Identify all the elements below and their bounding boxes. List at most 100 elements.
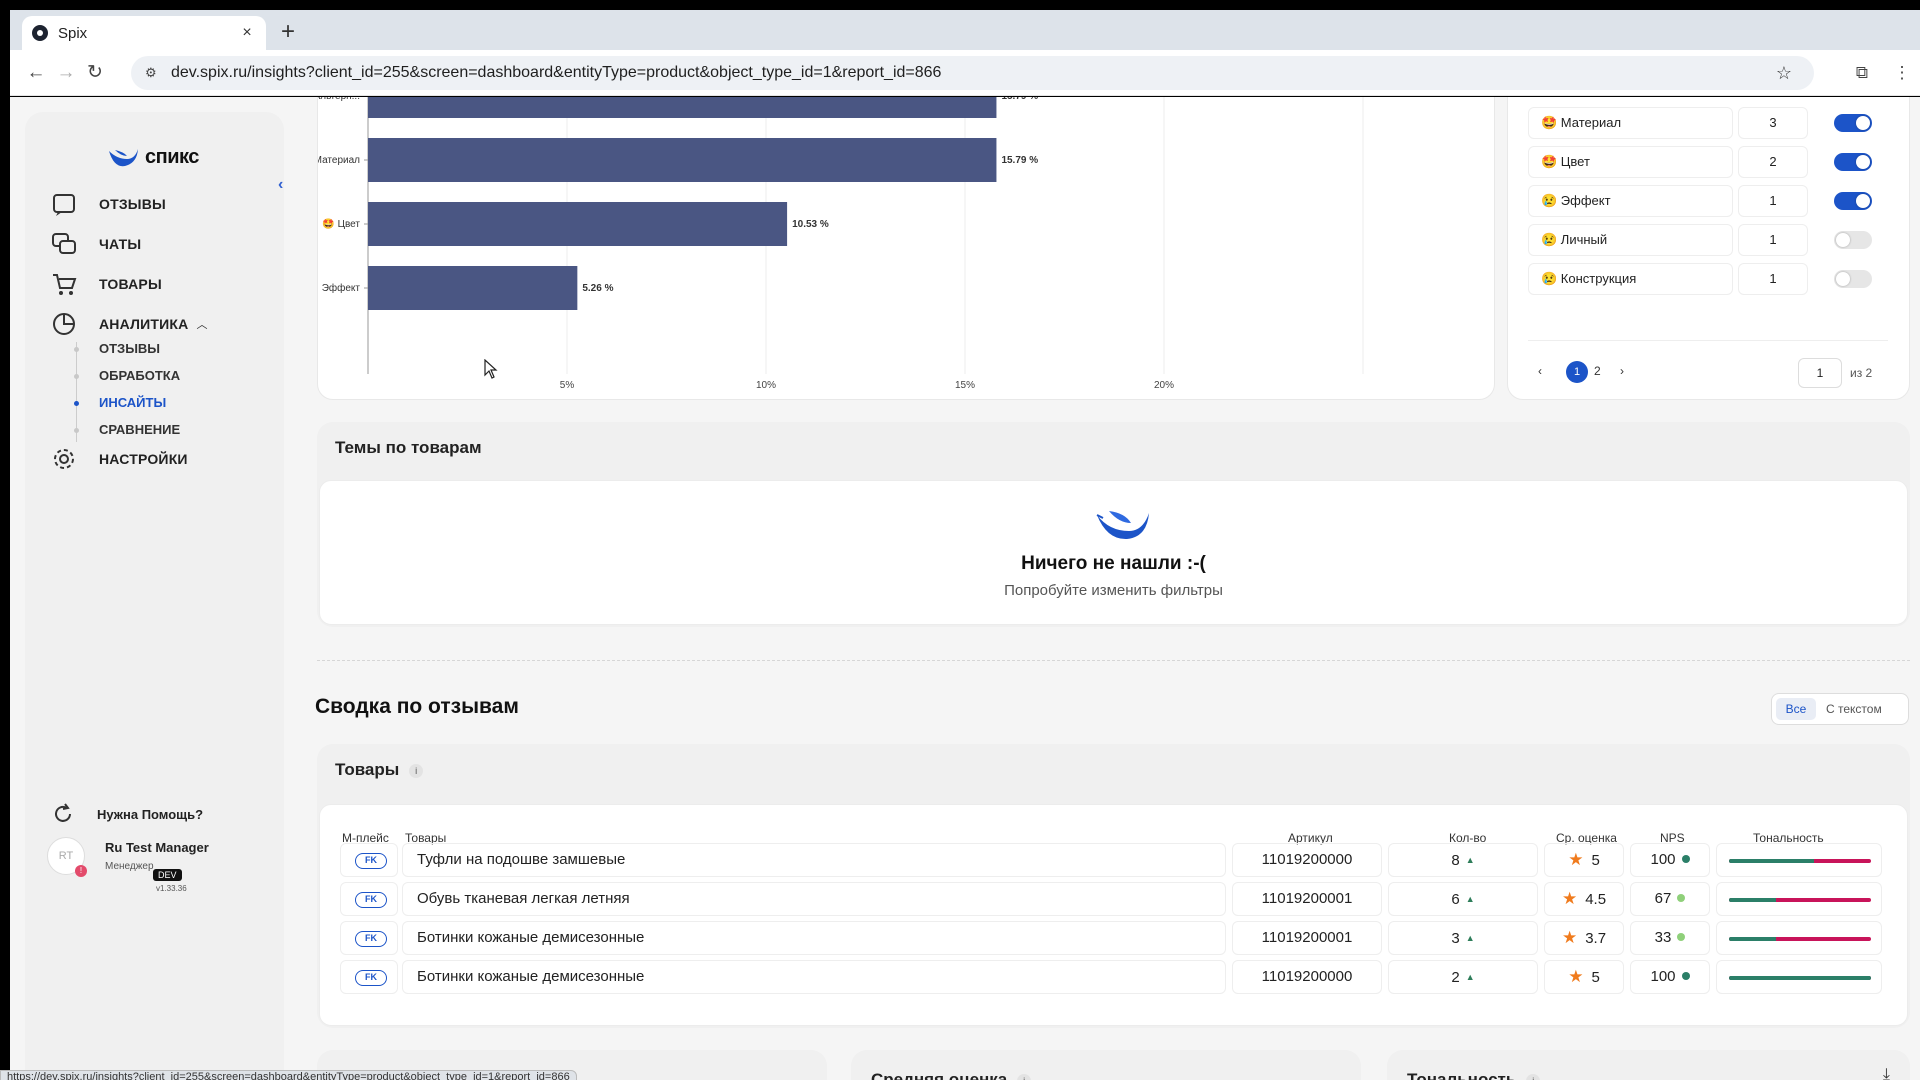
theme-count: 1 [1738,185,1808,217]
back-arrow-icon[interactable]: ← [24,61,48,85]
rating-value: 5 [1591,969,1600,986]
subnav-processing[interactable]: ОБРАБОТКА [99,368,180,383]
theme-toggle[interactable] [1834,231,1872,249]
marketplace-badge: FK [355,853,387,869]
browser-tab-bar: Spix × + [10,10,1920,50]
filter-all-button[interactable]: Все [1776,698,1816,720]
empty-state-title: Ничего не нашли :-( [1021,553,1206,574]
theme-toggle[interactable] [1834,114,1872,132]
alert-icon: ! [75,865,87,877]
count-cell: 3 ▲ [1388,921,1538,955]
theme-name: 🤩 Цвет [1528,146,1733,178]
info-icon[interactable]: i [1526,1073,1541,1080]
product-themes-card: Темы по товарам Ничего не нашли :-( Попр… [317,422,1910,627]
avg-rating-title-text: Средняя оценка [871,1070,1008,1080]
url-text[interactable]: dev.spix.ru/insights?client_id=255&scree… [171,64,1776,82]
nav-chats[interactable]: ЧАТЫ [51,231,141,257]
page-2-button[interactable]: 2 [1594,364,1601,378]
table-row[interactable]: FK Туфли на подошве замшевые 11019200000 8 ▲… [340,843,1895,877]
tab-search-icon[interactable]: ⧉ [1850,61,1874,85]
nps-value: 33 [1654,929,1672,946]
bookmark-star-icon[interactable]: ☆ [1776,63,1792,84]
nav-settings-label: НАСТРОЙКИ [99,451,188,467]
nav-reviews[interactable]: ОТЗЫВЫ [51,191,166,217]
theme-toggle[interactable] [1834,270,1872,288]
spix-logo[interactable]: спикс [107,146,199,169]
browser-menu-icon[interactable]: ⋮ [1890,61,1914,85]
next-page-chevron-icon[interactable]: › [1620,364,1624,378]
chart-bar[interactable] [368,97,997,118]
reload-icon[interactable]: ↻ [83,61,107,85]
subnav-comparison[interactable]: СРАВНЕНИЕ [99,422,180,437]
tab-close-icon[interactable]: × [238,24,256,42]
nav-analytics-label: АНАЛИТИКА [99,316,189,332]
nav-settings[interactable]: НАСТРОЙКИ [51,446,188,472]
chart-bar[interactable] [368,266,578,310]
chart-bar[interactable] [368,138,997,182]
table-row[interactable]: FK Обувь тканевая легкая летняя 1101920000… [340,882,1895,916]
table-row[interactable]: FK Ботинки кожаные демисезонные 1101920000… [340,960,1895,994]
products-table: М-плейс Товары Артикул Кол-во Ср. оценка… [319,804,1908,1026]
info-icon[interactable]: i [409,763,424,778]
filter-with-text-button[interactable]: С текстом [1826,702,1882,716]
new-tab-button[interactable]: + [274,19,302,47]
tonality-card: Тональность i ⤓ [1387,1050,1910,1080]
theme-row: 🤩 Цвет 2 [1528,146,1896,178]
forward-arrow-icon[interactable]: → [54,61,78,85]
site-settings-icon[interactable]: ⚙ [145,66,161,80]
page-number-input[interactable]: 1 [1798,358,1842,388]
rating-cell: ★ 5 [1544,960,1624,994]
star-icon: ★ [1568,850,1584,869]
empty-state: Ничего не нашли :-( Попробуйте изменить … [319,480,1908,625]
article-cell: 11019200001 [1232,921,1382,955]
browser-tab[interactable]: Spix × [22,16,266,50]
rating-value: 5 [1591,852,1600,869]
subnav-dot [74,428,79,433]
product-name-cell[interactable]: Обувь тканевая легкая летняя [402,882,1226,916]
product-themes-title: Темы по товарам [335,438,482,457]
theme-name: 😢 Конструкция [1528,263,1733,295]
tone-bar [1729,976,1871,980]
theme-name: 😢 Эффект [1528,185,1733,217]
theme-toggle[interactable] [1834,192,1872,210]
theme-count: 1 [1738,224,1808,256]
tonality-title-text: Тональность [1407,1070,1517,1080]
user-name: Ru Test Manager [105,840,209,855]
chart-bar[interactable] [368,202,788,246]
bar-value-label: 15.79 % [1001,97,1038,102]
info-icon[interactable]: i [1017,1073,1032,1080]
subnav-reviews[interactable]: ОТЗЫВЫ [99,341,160,356]
subnav-insights[interactable]: ИНСАЙТЫ [99,395,166,410]
nav-products[interactable]: ТОВАРЫ [51,271,162,297]
theme-name: 🤩 Материал [1528,107,1733,139]
marketplace-cell: FK [340,960,398,994]
user-profile[interactable]: RT ! Ru Test Manager Менеджер [47,837,209,877]
nav-reviews-label: ОТЗЫВЫ [99,196,166,212]
subnav-dot-active [74,401,79,406]
tone-cell [1716,882,1882,916]
help-link[interactable]: Нужна Помощь? [51,802,203,826]
page-1-button[interactable]: 1 [1566,361,1588,383]
nav-chats-label: ЧАТЫ [99,236,142,252]
avg-rating-card: Средняя оценка i [851,1050,1361,1080]
pagination: ‹ 1 2 › 1 из 2 [1528,358,1896,388]
collapse-sidebar-chevron-icon[interactable]: ‹ [278,176,283,194]
x-tick-label: 10% [756,380,776,391]
nps-cell: 33 [1630,921,1710,955]
tone-bar [1729,937,1871,941]
star-icon: ★ [1561,889,1578,908]
avatar[interactable]: RT ! [47,837,87,877]
tab-title: Spix [58,24,88,42]
product-name-cell[interactable]: Туфли на подошве замшевые [402,843,1226,877]
rating-value: 3.7 [1585,930,1607,947]
product-name-cell[interactable]: Ботинки кожаные демисезонные [402,921,1226,955]
table-row[interactable]: FK Ботинки кожаные демисезонные 1101920000… [340,921,1895,955]
theme-toggle[interactable] [1834,153,1872,171]
address-bar[interactable]: ⚙ dev.spix.ru/insights?client_id=255&scr… [131,56,1814,90]
product-name-cell[interactable]: Ботинки кожаные демисезонные [402,960,1226,994]
rating-cell: ★ 3.7 [1544,921,1624,955]
prev-page-chevron-icon[interactable]: ‹ [1538,364,1542,378]
nav-analytics[interactable]: АНАЛИТИКА ︿ [51,311,207,337]
download-icon[interactable]: ⤓ [1883,1066,1890,1080]
help-label: Нужна Помощь? [97,806,204,822]
